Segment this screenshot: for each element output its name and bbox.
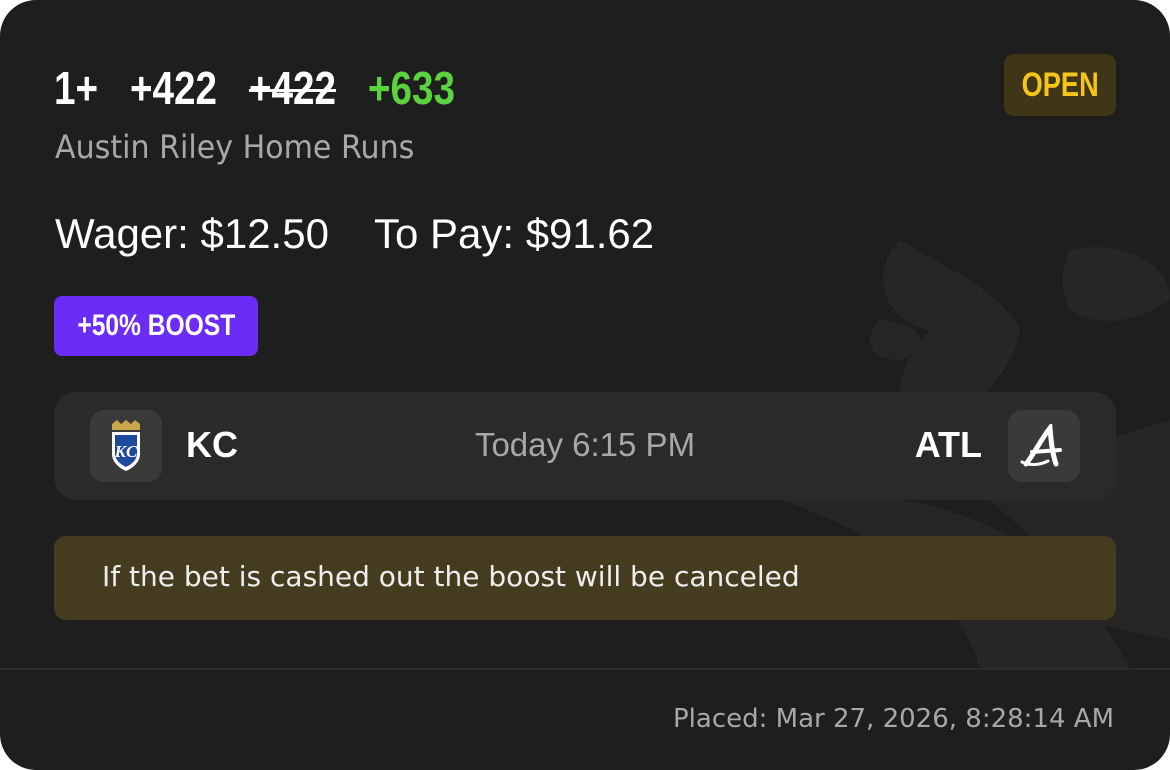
market-title: Austin Riley Home Runs bbox=[55, 128, 415, 166]
home-team-abbr: ATL bbox=[914, 424, 982, 465]
home-team-logo bbox=[1008, 410, 1080, 482]
struck-odds: +422 bbox=[248, 62, 336, 114]
cashout-notice: If the bet is cashed out the boost will … bbox=[54, 536, 1116, 620]
bet-card[interactable]: 1+ +422 +422 +633 OPEN Austin Riley Home… bbox=[0, 0, 1170, 770]
to-pay-amount: To Pay: $91.62 bbox=[373, 210, 655, 257]
notice-text: If the bet is cashed out the boost will … bbox=[102, 560, 800, 593]
original-odds: +422 bbox=[129, 62, 218, 114]
wager-summary: Wager: $12.50 To Pay: $91.62 bbox=[55, 210, 654, 258]
boost-label: +50% BOOST bbox=[77, 309, 235, 342]
status-badge: OPEN bbox=[1004, 54, 1116, 116]
odds-line: 1+ +422 +422 +633 bbox=[54, 58, 487, 118]
braves-a-logo-icon bbox=[1020, 424, 1062, 467]
boosted-odds: +633 bbox=[367, 62, 455, 114]
footer-divider bbox=[0, 668, 1170, 670]
boost-badge: +50% BOOST bbox=[54, 296, 258, 356]
game-row[interactable]: KC KC Today 6:15 PM ATL bbox=[54, 392, 1116, 500]
wager-amount: Wager: $12.50 bbox=[55, 210, 329, 257]
status-label: OPEN bbox=[1021, 65, 1099, 104]
placed-timestamp: Placed: Mar 27, 2026, 8:28:14 AM bbox=[673, 704, 1114, 734]
selection-label: 1+ bbox=[54, 62, 99, 114]
